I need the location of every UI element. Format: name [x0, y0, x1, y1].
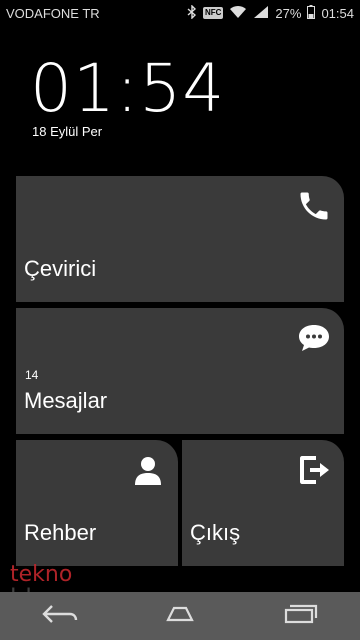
lockscreen-date: 18 Eylül Per: [32, 124, 103, 139]
tile-contacts-label: Rehber: [24, 520, 97, 545]
battery-percent: 27%: [275, 5, 302, 21]
person-icon: [130, 452, 166, 488]
tile-dialer[interactable]: Çevirici: [16, 176, 344, 302]
status-icons: NFC 27% 01:54: [187, 3, 354, 22]
navigation-bar: [0, 592, 360, 640]
signal-icon: [253, 5, 269, 22]
back-icon: [40, 602, 80, 631]
tile-dialer-label: Çevirici: [24, 256, 97, 281]
home-icon: [160, 604, 200, 629]
tile-exit[interactable]: Çıkış: [182, 440, 344, 566]
tile-messages[interactable]: 14 Mesajlar: [16, 308, 344, 434]
battery-icon: [307, 4, 316, 22]
wifi-icon: [229, 5, 247, 22]
recent-apps-button[interactable]: [270, 596, 330, 636]
recent-apps-icon: [280, 602, 320, 631]
tile-contacts[interactable]: Rehber: [16, 440, 178, 566]
home-button[interactable]: [150, 596, 210, 636]
tile-messages-label: Mesajlar: [24, 388, 108, 413]
tile-exit-label: Çıkış: [190, 520, 241, 545]
chat-bubble-icon: [296, 320, 332, 356]
exit-icon: [296, 452, 332, 488]
bluetooth-icon: [187, 3, 197, 22]
status-time: 01:54: [321, 5, 354, 21]
status-bar: VODAFONE TR NFC 27% 01:54: [0, 0, 360, 26]
carrier-name: VODAFONE TR: [6, 5, 100, 21]
back-button[interactable]: [30, 596, 90, 636]
lockscreen-clock: 01:54: [30, 50, 226, 127]
message-count: 14: [25, 368, 39, 382]
phone-icon: [296, 188, 332, 224]
nfc-icon: NFC: [202, 7, 224, 19]
